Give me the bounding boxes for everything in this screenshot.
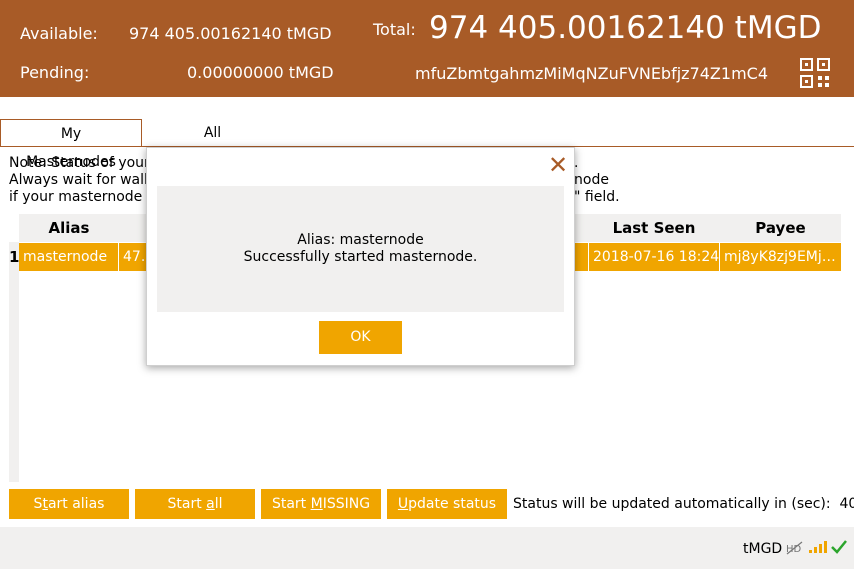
row-number[interactable]: 1: [9, 243, 19, 271]
pending-label: Pending:: [20, 63, 90, 82]
dialog-line1: Alias: masternode: [297, 232, 424, 248]
update-status-label-post: pdate status: [408, 496, 497, 512]
start-missing-button[interactable]: Start MISSING: [261, 489, 381, 519]
start-alias-button[interactable]: Start alias: [9, 489, 129, 519]
cell-payee[interactable]: mj8yK8zj9EMj…: [720, 243, 841, 271]
start-missing-label-pre: Start: [271, 496, 311, 512]
balance-header: Available: 974 405.00162140 tMGD Pending…: [0, 0, 854, 97]
column-header-payee[interactable]: Payee: [720, 214, 841, 242]
cell-alias[interactable]: masternode: [19, 243, 119, 271]
success-dialog: ✕ Alias: masternode Successfully started…: [146, 147, 575, 366]
auto-update-label: Status will be updated automatically in …: [513, 496, 831, 512]
update-status-button[interactable]: Update status: [387, 489, 507, 519]
column-header-last-seen[interactable]: Last Seen: [589, 214, 719, 242]
available-value: 974 405.00162140 tMGD: [129, 24, 332, 43]
note-line2-end: node: [574, 172, 609, 188]
wallet-address[interactable]: mfuZbmtgahmzMiMqNZuFVNEbfjz74Z1mC4: [415, 64, 768, 83]
tab-all-masternodes[interactable]: All Masternodes: [143, 119, 282, 169]
auto-update-text: Status will be updated automatically in …: [513, 496, 854, 512]
qr-code-icon[interactable]: [800, 58, 830, 88]
start-all-button[interactable]: Start all: [135, 489, 255, 519]
update-status-mnemonic: U: [397, 496, 409, 512]
start-all-label-pre: Start: [167, 496, 207, 512]
note-line2-start: Always wait for walle: [9, 172, 157, 188]
unit-selector[interactable]: tMGD: [743, 541, 782, 557]
hd-disabled-icon: HD: [786, 541, 803, 555]
total-value: 974 405.00162140 tMGD: [429, 10, 822, 46]
start-all-label-post: ll: [214, 496, 223, 512]
cell-last-seen[interactable]: 2018-07-16 18:24: [589, 243, 720, 271]
row-header-column: [9, 242, 19, 482]
total-label: Total:: [373, 20, 416, 39]
auto-update-seconds: 40: [839, 496, 854, 512]
pending-value: 0.00000000 tMGD: [187, 63, 334, 82]
ok-button[interactable]: OK: [319, 321, 402, 354]
cell-status[interactable]: [578, 243, 589, 271]
tab-my-masternodes[interactable]: My Masternodes: [0, 119, 142, 170]
note-line1-start: Note: Status of your: [9, 155, 150, 171]
start-all-mnemonic: a: [206, 496, 215, 512]
dialog-line2: Successfully started masternode.: [243, 249, 478, 265]
note-line3-end: " field.: [574, 189, 620, 205]
dialog-message: Alias: masternode Successfully started m…: [157, 186, 564, 312]
check-icon: [831, 540, 847, 554]
column-header-alias[interactable]: Alias: [19, 214, 119, 242]
start-missing-label-post: ISSING: [322, 496, 371, 512]
signal-bars-icon[interactable]: [808, 540, 828, 554]
available-label: Available:: [20, 24, 98, 43]
start-alias-label-post: art alias: [47, 496, 105, 512]
status-bar: tMGD HD: [0, 527, 854, 569]
close-icon[interactable]: ✕: [547, 153, 569, 177]
start-missing-mnemonic: M: [310, 496, 323, 512]
tab-bar: My Masternodes All Masternodes: [0, 119, 854, 170]
note-line3-start: if your masternode s: [9, 189, 155, 205]
